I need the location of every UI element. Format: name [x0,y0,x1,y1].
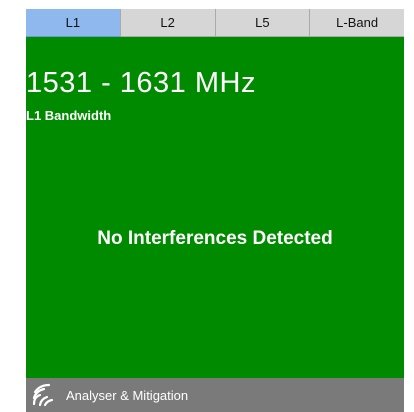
tab-l2[interactable]: L2 [120,9,216,37]
analyser-panel: L1 L2 L5 L-Band 1531 - 1631 MHz L1 Bandw… [26,9,404,412]
frequency-range: 1531 - 1631 MHz [26,67,256,99]
tab-l5[interactable]: L5 [215,9,311,37]
footer-bar: Analyser & Mitigation [26,378,404,412]
tab-l-band[interactable]: L-Band [310,9,404,37]
footer-title: Analyser & Mitigation [66,387,189,403]
interference-status: No Interferences Detected [97,228,333,249]
signal-waves-icon [30,382,60,408]
bandwidth-label: L1 Bandwidth [26,108,112,123]
band-tabs: L1 L2 L5 L-Band [26,9,404,37]
tab-l1[interactable]: L1 [26,9,121,37]
